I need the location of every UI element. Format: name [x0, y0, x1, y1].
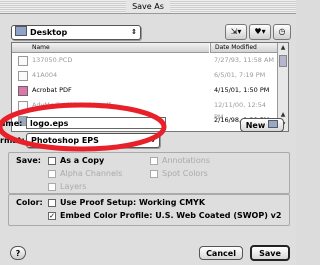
as-a-copy-checkbox[interactable] [48, 157, 56, 165]
folder-icon [268, 120, 279, 128]
location-popup[interactable]: Desktop ⇕ [11, 25, 141, 40]
column-header-name[interactable]: Name [12, 43, 209, 53]
color-label: Color: [16, 198, 43, 207]
embed-profile-checkbox[interactable]: ✓ [48, 212, 56, 220]
file-row[interactable]: 41A004 6/5/01, 7:19 PM [12, 69, 277, 81]
file-row[interactable]: AdvMedicalDirective.pdf 12/11/00, 12:54 … [12, 99, 277, 121]
annotations-label: Annotations [162, 156, 211, 165]
help-icon: ? [15, 249, 21, 258]
favorites-button[interactable]: ♥▾ [249, 24, 271, 40]
format-label: rmat: [0, 136, 25, 145]
pdf-file-icon [18, 101, 28, 111]
file-icon [18, 56, 28, 66]
location-label: Desktop [30, 28, 68, 37]
desktop-icon [15, 26, 27, 36]
folder-row[interactable]: Acrobat PDF 4/15/01, 1:50 PM [12, 84, 277, 96]
shortcuts-button[interactable]: ⇲▾ [225, 24, 247, 40]
popup-arrows-icon: ⇕ [131, 28, 137, 36]
format-selected: Photoshop EPS [31, 136, 99, 145]
layers-label: Layers [60, 182, 87, 191]
file-icon [18, 71, 28, 81]
clock-icon: ◷ [278, 27, 286, 36]
new-folder-button[interactable]: New [240, 118, 284, 132]
name-label: ame: [0, 119, 23, 128]
format-popup[interactable]: Photoshop EPS ⇕ [26, 133, 160, 148]
spot-colors-checkbox[interactable] [150, 170, 158, 178]
window-title: Save As [126, 0, 170, 13]
spot-colors-label: Spot Colors [162, 169, 208, 178]
save-button[interactable]: Save [250, 245, 290, 261]
acrobat-folder-icon [18, 86, 28, 96]
checkmark-icon: ✓ [49, 212, 55, 220]
annotations-checkbox[interactable] [150, 157, 158, 165]
recent-button[interactable]: ◷ [273, 24, 291, 40]
use-proof-setup-checkbox[interactable] [48, 199, 56, 207]
cancel-button[interactable]: Cancel [199, 246, 243, 260]
shortcuts-icon: ⇲▾ [230, 27, 242, 36]
embed-profile-label: Embed Color Profile: U.S. Web Coated (SW… [60, 211, 282, 220]
use-proof-setup-label: Use Proof Setup: Working CMYK [60, 198, 206, 207]
save-as-dialog: Save As Desktop ⇕ ⇲▾ ♥▾ ◷ Name Date Modi… [0, 0, 296, 265]
favorites-icon: ♥▾ [254, 27, 266, 36]
file-row[interactable]: 137050.PCD 7/27/93, 11:58 AM [12, 54, 277, 66]
filename-input[interactable]: logo.eps [26, 117, 166, 129]
help-button[interactable]: ? [10, 246, 26, 260]
save-options-label: Save: [16, 156, 41, 165]
scroll-thumb[interactable] [279, 55, 287, 67]
title-bar[interactable]: Save As [0, 0, 296, 14]
layers-checkbox[interactable] [48, 183, 56, 191]
alpha-channels-checkbox[interactable] [48, 170, 56, 178]
column-header-date[interactable]: Date Modified [210, 43, 277, 53]
as-a-copy-label: As a Copy [60, 156, 105, 165]
popup-arrows-icon: ⇕ [150, 136, 156, 144]
scroll-up-arrow-icon[interactable]: ▲ [279, 44, 287, 52]
alpha-channels-label: Alpha Channels [60, 169, 123, 178]
